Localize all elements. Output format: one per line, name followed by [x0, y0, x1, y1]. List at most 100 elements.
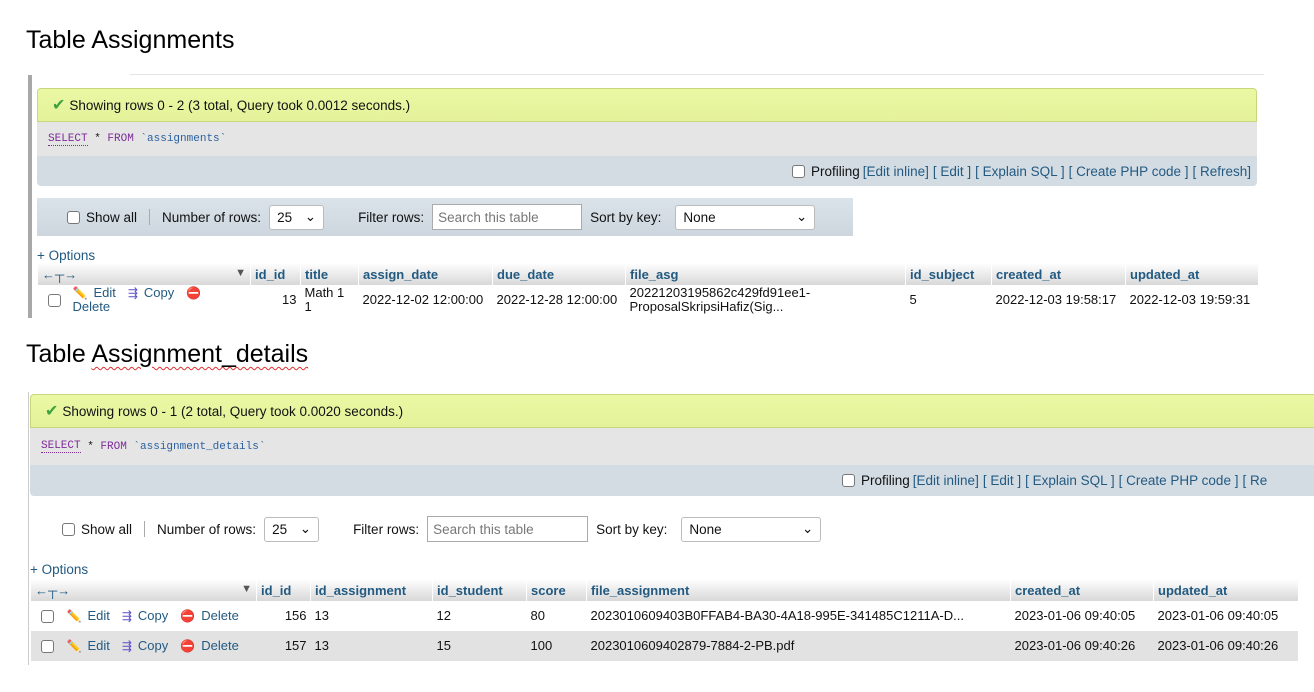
sql-select[interactable]: SELECT [41, 440, 81, 453]
column-header-created_at[interactable]: created_at [1010, 579, 1154, 601]
delete-button[interactable]: ⛔ Delete [180, 638, 245, 654]
cell-updated_at: 2023-01-06 09:40:26 [1153, 631, 1298, 661]
success-message: ✔ Showing rows 0 - 2 (3 total, Query took… [37, 88, 1257, 122]
profiling-link-4[interactable]: [ Re [1242, 473, 1267, 488]
row-checkbox[interactable] [40, 610, 54, 624]
table-row: ✏️ Edit ⇶ Copy ⛔ Delete 156 13 12 80 2023010609403… [30, 601, 1298, 631]
profiling-bar: Profiling [Edit inline] [ Edit ] [ Explain … [37, 156, 1257, 186]
delete-icon: ⛔ [180, 609, 196, 623]
chevron-down-icon: ⌄ [796, 209, 808, 224]
results-table: ←┬→ ▼ id_id title assign_date due_date file_as… [36, 263, 1258, 315]
profiling-link-3[interactable]: [ Create PHP code ] [1069, 164, 1189, 179]
options-link[interactable]: + Options [30, 562, 88, 577]
profiling-checkbox[interactable] [792, 164, 806, 178]
profiling-link-2[interactable]: [ Explain SQL ] [975, 164, 1065, 179]
options-link[interactable]: + Options [37, 248, 95, 263]
column-header-file_asg[interactable]: file_asg [625, 263, 906, 285]
show-all-checkbox[interactable] [67, 210, 80, 224]
title-name: Assignment_details [91, 340, 309, 368]
cell-file_asg: 20221203195862c429fd91ee1-ProposalSkrips… [625, 285, 906, 315]
num-rows-label: Number of rows: [157, 521, 257, 537]
show-all-label: Show all [86, 209, 138, 225]
cell-file_assignment: 2023010609403B0FFAB4-BA30-4A18-995E-3414… [586, 601, 1011, 631]
column-header-id_subject[interactable]: id_subject [905, 263, 992, 285]
cell-id_id: 157 [256, 631, 311, 661]
copy-button[interactable]: ⇶ Copy [122, 638, 174, 654]
arrows-icon[interactable]: ←┬→ [35, 583, 70, 598]
edit-label: Edit [87, 608, 110, 623]
row-checkbox[interactable] [47, 294, 61, 308]
column-resize-controls[interactable]: ←┬→ ▼ [29, 579, 257, 601]
sort-by-select[interactable]: None ⌄ [681, 516, 822, 542]
profiling-link-1[interactable]: [ Edit ] [983, 473, 1021, 488]
sort-by-label: Sort by key: [596, 521, 668, 537]
copy-label: Copy [137, 638, 169, 653]
cell-id_student: 12 [432, 601, 527, 631]
show-all-checkbox[interactable] [62, 522, 75, 536]
header-row: ←┬→ ▼ id_id id_assignment id_student score fil… [29, 579, 1298, 601]
edit-button[interactable]: ✏️ Edit [72, 285, 122, 301]
filter-rows-input[interactable]: Search this table [427, 516, 589, 542]
delete-icon: ⛔ [180, 639, 196, 653]
cell-id_student: 15 [432, 631, 527, 661]
filter-rows-input[interactable]: Search this table [432, 204, 583, 230]
copy-icon: ⇶ [127, 286, 138, 300]
profiling-link-3[interactable]: [ Create PHP code ] [1119, 473, 1239, 488]
success-text: Showing rows 0 - 2 (3 total, Query took … [69, 97, 411, 113]
column-header-due_date[interactable]: due_date [492, 263, 626, 285]
sql-select[interactable]: SELECT [48, 133, 88, 146]
edit-button[interactable]: ✏️ Edit [67, 638, 116, 654]
profiling-link-0[interactable]: [Edit inline] [863, 164, 929, 179]
num-rows-label: Number of rows: [162, 209, 262, 225]
row-select [37, 285, 69, 315]
cell-score: 100 [526, 631, 587, 661]
profiling-link-4[interactable]: [ Refresh] [1192, 164, 1251, 179]
caret-down-icon[interactable]: ▼ [235, 267, 246, 279]
sort-by-value: None [683, 209, 716, 225]
filter-rows-label: Filter rows: [353, 521, 420, 537]
profiling-link-1[interactable]: [ Edit ] [933, 164, 971, 179]
delete-label: Delete [72, 299, 111, 314]
num-rows-select[interactable]: 25 ⌄ [264, 516, 320, 542]
column-header-id_id[interactable]: id_id [250, 263, 301, 285]
column-header-assign_date[interactable]: assign_date [358, 263, 493, 285]
profiling-label: Profiling [861, 473, 910, 488]
cell-assign_date: 2022-12-02 12:00:00 [358, 285, 493, 315]
delete-button[interactable]: ⛔ Delete [180, 608, 245, 624]
num-rows-select[interactable]: 25 ⌄ [269, 204, 325, 230]
success-text: Showing rows 0 - 1 (2 total, Query took … [62, 403, 404, 419]
row-actions: ✏️ Edit ⇶ Copy ⛔ Delete [62, 631, 257, 661]
column-header-created_at[interactable]: created_at [991, 263, 1126, 285]
column-header-id_student[interactable]: id_student [432, 579, 527, 601]
profiling-bar: Profiling [Edit inline] [ Edit ] [ Explain … [30, 465, 1314, 496]
profiling-link-2[interactable]: [ Explain SQL ] [1025, 473, 1115, 488]
row-checkbox[interactable] [40, 640, 54, 654]
cell-score: 80 [526, 601, 587, 631]
edit-label: Edit [87, 638, 110, 653]
column-header-id_assignment[interactable]: id_assignment [310, 579, 433, 601]
edit-button[interactable]: ✏️ Edit [67, 608, 116, 624]
cell-id_id: 156 [256, 601, 311, 631]
column-header-title[interactable]: title [300, 263, 359, 285]
column-header-updated_at[interactable]: updated_at [1153, 579, 1298, 601]
profiling-link-0[interactable]: [Edit inline] [913, 473, 979, 488]
row-select [30, 631, 63, 661]
column-header-updated_at[interactable]: updated_at [1125, 263, 1258, 285]
sort-by-select[interactable]: None ⌄ [675, 204, 816, 230]
cell-created_at: 2022-12-03 19:58:17 [991, 285, 1126, 315]
navigation-bar: Show all Number of rows: 25 ⌄ Filter rows: Se… [37, 198, 853, 236]
copy-button[interactable]: ⇶ Copy [127, 285, 180, 301]
caret-down-icon[interactable]: ▼ [241, 583, 252, 595]
chevron-down-icon: ⌄ [304, 209, 317, 224]
left-border [28, 75, 32, 318]
copy-button[interactable]: ⇶ Copy [122, 608, 174, 624]
column-header-id_id[interactable]: id_id [256, 579, 311, 601]
column-resize-controls[interactable]: ←┬→ ▼ [36, 263, 251, 285]
profiling-checkbox[interactable] [842, 474, 855, 487]
column-header-file_assignment[interactable]: file_assignment [586, 579, 1011, 601]
table-row: ✏️ Edit ⇶ Copy ⛔ Delete 157 13 15 100 202301060940… [30, 631, 1298, 661]
cell-id_subject: 5 [905, 285, 992, 315]
column-header-score[interactable]: score [526, 579, 587, 601]
arrows-icon[interactable]: ←┬→ [42, 267, 77, 282]
pencil-icon: ✏️ [72, 286, 88, 300]
